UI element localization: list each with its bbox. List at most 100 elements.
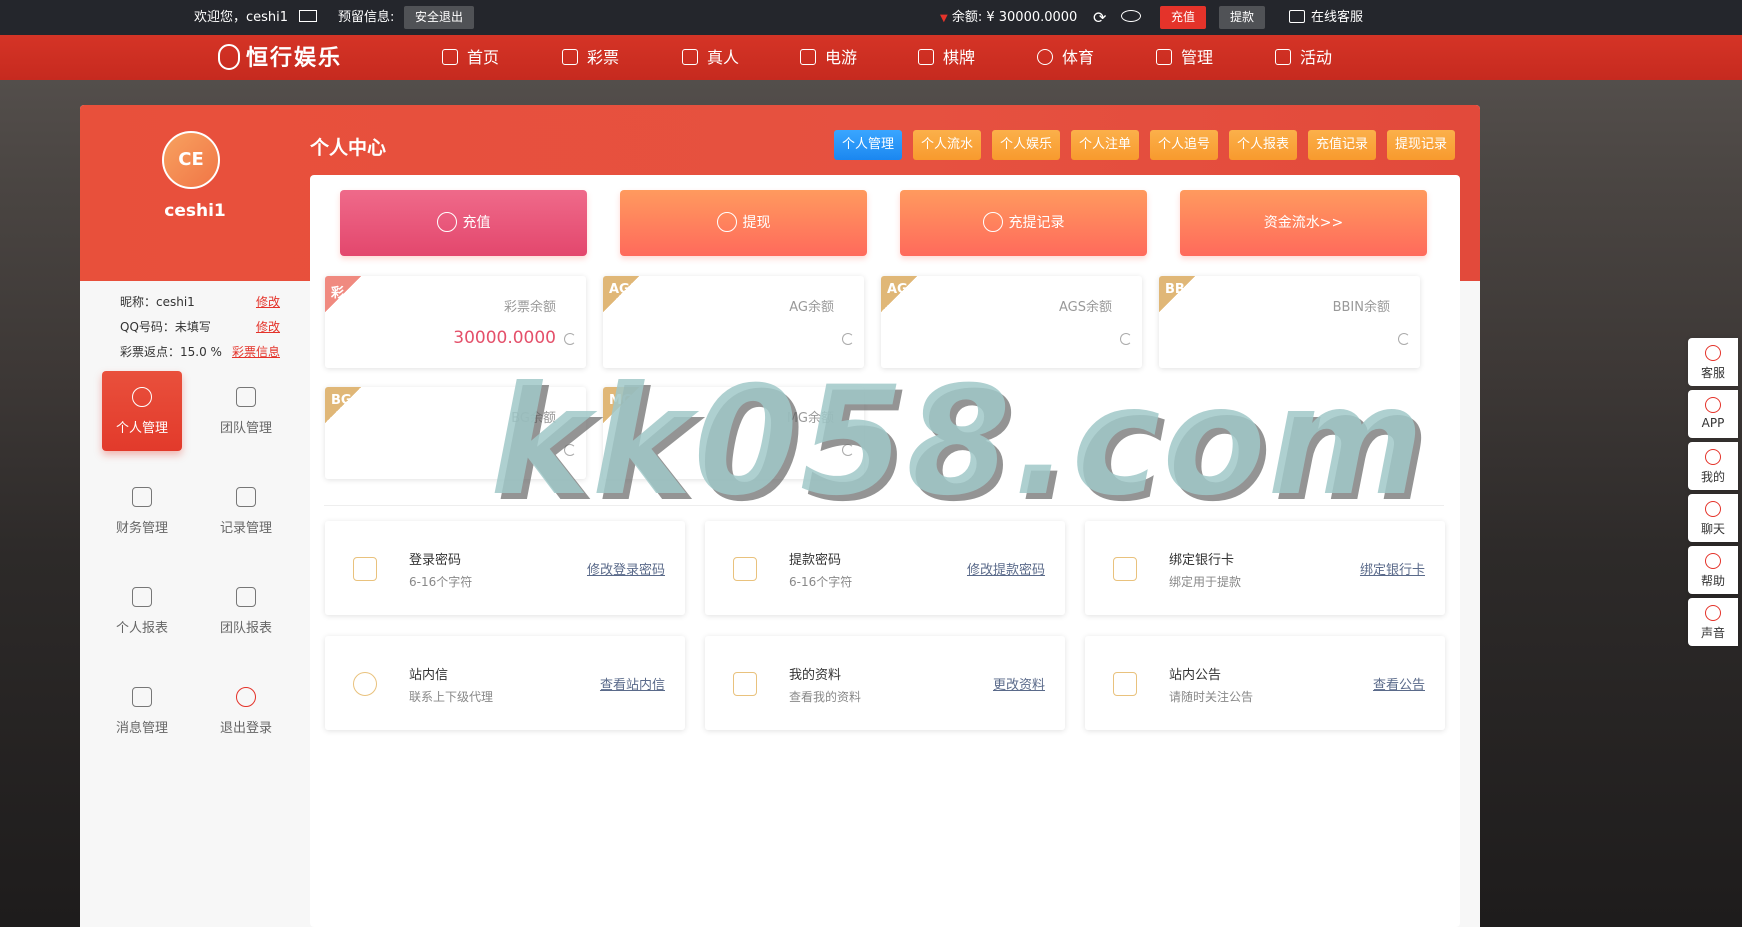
eye-icon[interactable] — [1121, 0, 1141, 35]
float-label: APP — [1701, 416, 1725, 430]
withdraw-button[interactable]: 提款 — [1219, 6, 1266, 29]
balance-value: 余额: ¥ 30000.0000 — [951, 10, 1078, 25]
side-label: 消息管理 — [115, 721, 168, 736]
speaker-icon — [1113, 672, 1137, 696]
float-service[interactable]: 客服 — [1688, 338, 1738, 386]
side-message-manage[interactable]: 消息管理 — [102, 671, 182, 751]
yen-icon — [716, 212, 737, 232]
live-icon — [682, 49, 698, 65]
fund-flow-button[interactable]: 资金流水>> — [1180, 190, 1427, 256]
refresh-icon[interactable] — [842, 444, 854, 456]
bind-bank-link[interactable]: 绑定银行卡 — [1360, 559, 1425, 578]
refresh-icon[interactable] — [1398, 333, 1410, 345]
wallet-label: BBIN余额 — [1332, 300, 1390, 315]
tab-personal-manage[interactable]: 个人管理 — [834, 130, 903, 160]
tab-recharge-record[interactable]: 充值记录 — [1308, 130, 1377, 160]
refresh-icon[interactable] — [1120, 333, 1132, 345]
action-label: 充提记录 — [1008, 215, 1065, 231]
site-logo[interactable]: 恒行娱乐 — [218, 43, 342, 73]
nav-lottery[interactable]: 彩票 — [562, 35, 619, 80]
tab-withdraw-record[interactable]: 提现记录 — [1387, 130, 1456, 160]
card-subtitle: 6-16个字符 — [789, 575, 853, 589]
safe-logout-button[interactable]: 安全退出 — [404, 6, 475, 29]
chat-icon — [1289, 10, 1305, 23]
card-withdraw-password: 提款密码 6-16个字符 修改提款密码 — [705, 521, 1065, 615]
reserved-info-label: 预留信息: — [338, 10, 395, 25]
nav-live[interactable]: 真人 — [682, 35, 739, 80]
side-personal-report[interactable]: 个人报表 — [102, 571, 182, 651]
refresh-icon[interactable] — [842, 333, 854, 345]
deposit-withdraw-record-button[interactable]: 充提记录 — [900, 190, 1147, 256]
nav-chess[interactable]: 棋牌 — [918, 35, 975, 80]
welcome-text: 欢迎您，ceshi1 — [194, 10, 289, 25]
nav-sports[interactable]: 体育 — [1037, 35, 1094, 80]
caret-down-icon[interactable]: ▼ — [940, 13, 948, 24]
tab-personal-report[interactable]: 个人报表 — [1229, 130, 1298, 160]
nav-manage[interactable]: 管理 — [1156, 35, 1213, 80]
lock-icon — [353, 557, 377, 581]
float-mine[interactable]: 我的 — [1688, 442, 1738, 490]
ticket-icon — [562, 49, 578, 65]
wallet-tag: AG — [609, 282, 630, 297]
view-notice-link[interactable]: 查看公告 — [1373, 674, 1425, 693]
side-logout[interactable]: 退出登录 — [206, 671, 286, 751]
action-label: 充值 — [462, 215, 491, 231]
wallet-mg: MG MG余额 — [603, 387, 864, 479]
wallet-bg: BG BG余额 — [325, 387, 586, 479]
card-bank: 绑定银行卡 绑定用于提款 绑定银行卡 — [1085, 521, 1445, 615]
side-team-manage[interactable]: 团队管理 — [206, 371, 286, 451]
nav-home[interactable]: 首页 — [442, 35, 499, 80]
edit-login-password-link[interactable]: 修改登录密码 — [587, 559, 665, 578]
tab-personal-bets[interactable]: 个人注单 — [1071, 130, 1140, 160]
recharge-button[interactable]: 充值 — [1160, 6, 1207, 29]
refresh-icon[interactable]: ⟳ — [1093, 0, 1106, 35]
card-title: 登录密码 — [409, 553, 462, 568]
float-label: 我的 — [1700, 470, 1725, 484]
edit-withdraw-password-link[interactable]: 修改提款密码 — [967, 559, 1045, 578]
edit-profile-link[interactable]: 更改资料 — [993, 674, 1045, 693]
nav-label: 管理 — [1181, 48, 1214, 67]
qq-row: QQ号码：未填写 修改 — [120, 318, 280, 335]
nav-slots[interactable]: 电游 — [800, 35, 857, 80]
finance-icon — [132, 487, 152, 507]
wallet-bbin: BB BBIN余额 — [1159, 276, 1420, 368]
edit-icon — [733, 672, 757, 696]
user-icon — [132, 387, 152, 407]
float-help[interactable]: 帮助 — [1688, 546, 1738, 594]
nav-activity[interactable]: 活动 — [1275, 35, 1332, 80]
avatar[interactable]: CE — [162, 131, 220, 189]
lottery-info-link[interactable]: 彩票信息 — [232, 343, 280, 360]
nav-label: 体育 — [1062, 48, 1095, 67]
float-sound[interactable]: 声音 — [1688, 598, 1738, 646]
side-personal-manage[interactable]: 个人管理 — [102, 371, 182, 451]
withdraw-action-button[interactable]: 提现 — [620, 190, 867, 256]
card-notice: 站内公告 请随时关注公告 查看公告 — [1085, 636, 1445, 730]
mail-icon[interactable] — [299, 0, 317, 35]
tab-personal-flow[interactable]: 个人流水 — [913, 130, 982, 160]
power-icon — [236, 687, 256, 707]
logo-text: 恒行娱乐 — [246, 45, 343, 71]
side-finance-manage[interactable]: 财务管理 — [102, 471, 182, 551]
online-service-link[interactable]: 在线客服 — [1289, 0, 1363, 35]
float-chat[interactable]: 聊天 — [1688, 494, 1738, 542]
float-app[interactable]: APP — [1688, 390, 1738, 438]
edit-qq-link[interactable]: 修改 — [256, 318, 280, 335]
card-subtitle: 请随时关注公告 — [1169, 690, 1254, 704]
view-message-link[interactable]: 查看站内信 — [600, 674, 665, 693]
refresh-icon[interactable] — [564, 444, 576, 456]
card-title: 提款密码 — [789, 553, 842, 568]
wallet-label: AGS余额 — [1059, 300, 1112, 315]
refresh-icon[interactable] — [564, 333, 576, 345]
card-subtitle: 绑定用于提款 — [1169, 575, 1242, 589]
side-record-manage[interactable]: 记录管理 — [206, 471, 286, 551]
balance-text: ▼ 余额: ¥ 30000.0000 — [940, 0, 1077, 35]
nav-label: 电游 — [825, 48, 858, 67]
wallet-tag: 彩 — [331, 286, 345, 301]
recharge-action-button[interactable]: 充值 — [340, 190, 587, 256]
side-team-report[interactable]: 团队报表 — [206, 571, 286, 651]
nav-label: 棋牌 — [943, 48, 976, 67]
logo-icon — [218, 44, 240, 70]
tab-personal-chase[interactable]: 个人追号 — [1150, 130, 1219, 160]
edit-nickname-link[interactable]: 修改 — [256, 293, 280, 310]
tab-personal-game[interactable]: 个人娱乐 — [992, 130, 1061, 160]
